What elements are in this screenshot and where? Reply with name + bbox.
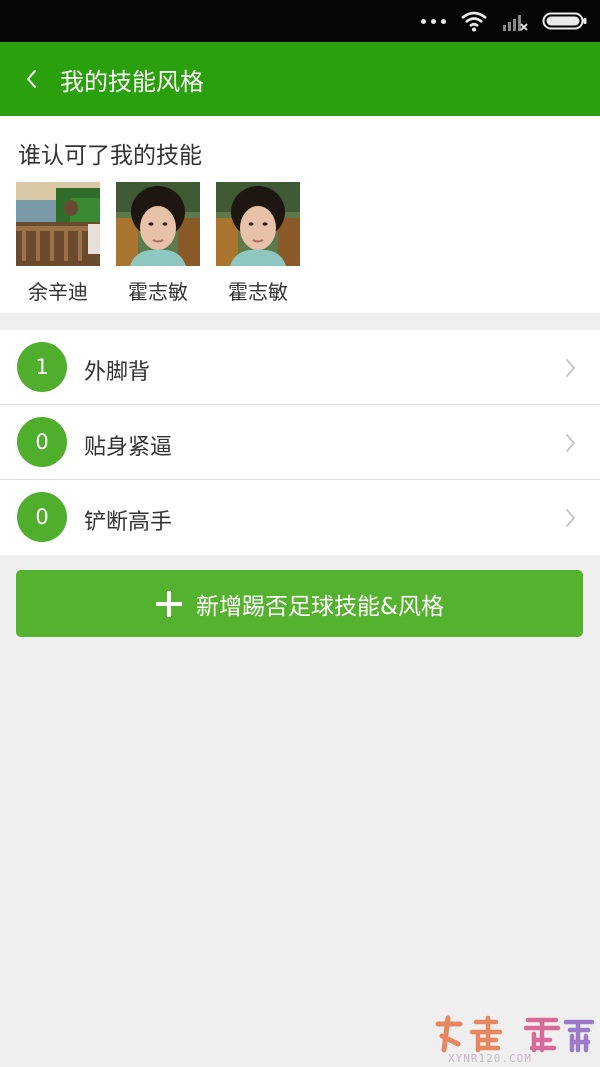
endorsements-section: 谁认可了我的技能 余辛迪 霍志敏 霍志敏 bbox=[0, 116, 600, 313]
skill-list: 1 外脚背 0 贴身紧逼 0 铲断高手 bbox=[0, 330, 600, 555]
endorser-item[interactable]: 霍志敏 bbox=[216, 182, 300, 305]
chevron-left-icon bbox=[27, 70, 36, 88]
endorser-name: 霍志敏 bbox=[228, 280, 288, 304]
app-header: 我的技能风格 bbox=[0, 42, 600, 116]
skill-count-badge: 0 bbox=[17, 492, 67, 542]
add-skill-label: 新增踢否足球技能&风格 bbox=[196, 593, 444, 620]
add-skill-button[interactable]: 新增踢否足球技能&风格 bbox=[16, 570, 583, 637]
skill-row[interactable]: 1 外脚背 bbox=[0, 330, 600, 405]
status-bar bbox=[0, 0, 600, 42]
watermark-text: XYNR120.COM bbox=[448, 1052, 532, 1065]
endorser-item[interactable]: 余辛迪 bbox=[16, 182, 100, 305]
battery-icon bbox=[542, 12, 587, 30]
chevron-right-icon bbox=[566, 434, 575, 452]
skill-row[interactable]: 0 铲断高手 bbox=[0, 480, 600, 555]
chevron-right-icon bbox=[566, 359, 575, 377]
avatar bbox=[116, 182, 200, 266]
wifi-icon bbox=[461, 11, 487, 32]
skill-name: 铲断高手 bbox=[84, 510, 173, 535]
endorser-list: 余辛迪 霍志敏 霍志敏 bbox=[16, 182, 300, 305]
more-dots-icon bbox=[421, 18, 446, 24]
endorsements-title: 谁认可了我的技能 bbox=[18, 143, 202, 169]
endorser-name: 霍志敏 bbox=[128, 280, 188, 304]
plus-icon bbox=[156, 590, 183, 617]
watermark: XYNR120.COM bbox=[430, 1014, 600, 1067]
avatar bbox=[16, 182, 100, 266]
skill-row[interactable]: 0 贴身紧逼 bbox=[0, 405, 600, 480]
back-button[interactable] bbox=[4, 42, 58, 116]
skill-count-badge: 0 bbox=[17, 417, 67, 467]
watermark-logo bbox=[435, 1015, 595, 1053]
avatar bbox=[216, 182, 300, 266]
endorser-name: 余辛迪 bbox=[28, 280, 88, 304]
chevron-right-icon bbox=[566, 509, 575, 527]
skill-count-badge: 1 bbox=[17, 342, 67, 392]
skill-name: 外脚背 bbox=[84, 360, 151, 385]
signal-icon bbox=[503, 15, 528, 31]
page-title: 我的技能风格 bbox=[60, 67, 204, 96]
skill-name: 贴身紧逼 bbox=[84, 435, 173, 460]
endorser-item[interactable]: 霍志敏 bbox=[116, 182, 200, 305]
status-icons bbox=[421, 8, 588, 34]
